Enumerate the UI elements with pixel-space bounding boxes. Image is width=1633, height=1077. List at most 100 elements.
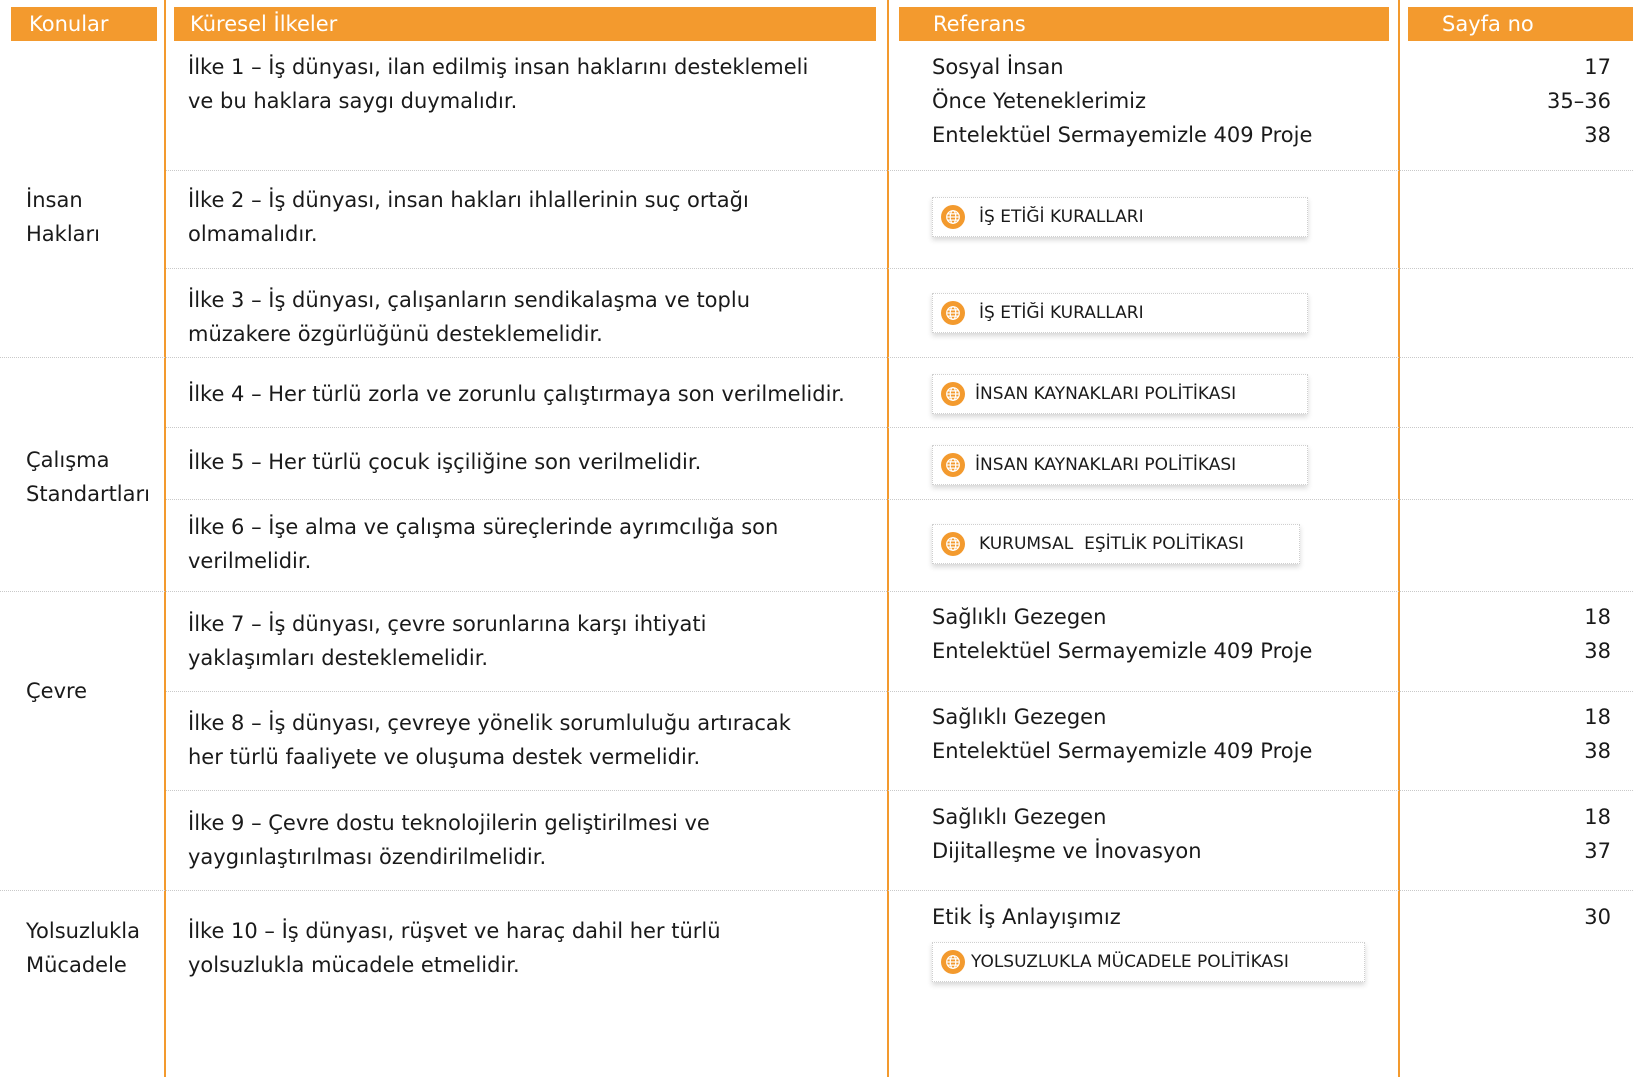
principle-line: müzakere özgürlüğünü desteklemelidir. xyxy=(188,322,603,346)
topic-label: Hakları xyxy=(26,222,100,246)
principle-line: İlke 9 – Çevre dostu teknolojilerin geli… xyxy=(188,811,710,835)
page-number: 38 xyxy=(1584,639,1611,663)
page-number: 17 xyxy=(1584,55,1611,79)
column-divider xyxy=(1398,0,1400,1077)
column-divider xyxy=(164,0,166,1077)
reference-group-10: Etik İş Anlayışımız xyxy=(932,900,1121,934)
column-divider xyxy=(887,0,889,1077)
reference-item[interactable]: Sosyal İnsan xyxy=(932,50,1312,84)
globe-icon xyxy=(941,950,965,974)
reference-item[interactable]: Önce Yeteneklerimiz xyxy=(932,84,1312,118)
principle-4: İlke 4 – Her türlü zorla ve zorunlu çalı… xyxy=(188,377,845,411)
row-separator xyxy=(166,790,1633,791)
policy-link-business-ethics[interactable]: İŞ ETİĞİ KURALLARI xyxy=(932,293,1308,333)
principle-8: İlke 8 – İş dünyası, çevreye yönelik sor… xyxy=(188,706,791,774)
row-separator xyxy=(166,691,1633,692)
principle-line: İlke 10 – İş dünyası, rüşvet ve haraç da… xyxy=(188,919,721,943)
principle-line: İlke 2 – İş dünyası, insan hakları ihlal… xyxy=(188,188,749,212)
principle-10: İlke 10 – İş dünyası, rüşvet ve haraç da… xyxy=(188,914,721,982)
header-page-no: Sayfa no xyxy=(1408,7,1633,41)
policy-link-label: İŞ ETİĞİ KURALLARI xyxy=(979,207,1144,227)
reference-group-7: Sağlıklı Gezegen Entelektüel Sermayemizl… xyxy=(932,600,1312,668)
globe-icon xyxy=(941,532,965,556)
policy-link-business-ethics[interactable]: İŞ ETİĞİ KURALLARI xyxy=(932,197,1308,237)
reference-group-8: Sağlıklı Gezegen Entelektüel Sermayemizl… xyxy=(932,700,1312,768)
policy-link-human-resources[interactable]: İNSAN KAYNAKLARI POLİTİKASI xyxy=(932,374,1308,414)
page-numbers-10: 30 xyxy=(1584,900,1611,934)
reference-group-9: Sağlıklı Gezegen Dijitalleşme ve İnovasy… xyxy=(932,800,1202,868)
globe-icon xyxy=(941,301,965,325)
topic-environment: Çevre xyxy=(26,674,87,708)
principle-7: İlke 7 – İş dünyası, çevre sorunlarına k… xyxy=(188,607,706,675)
globe-icon xyxy=(941,382,965,406)
row-separator xyxy=(166,268,1633,269)
topic-labour-standards: Çalışma Standartları xyxy=(26,443,150,511)
header-principles: Küresel İlkeler xyxy=(174,7,876,41)
row-separator xyxy=(166,499,1633,500)
globe-icon xyxy=(941,205,965,229)
topic-label: Mücadele xyxy=(26,953,127,977)
principle-line: yolsuzlukla mücadele etmelidir. xyxy=(188,953,520,977)
reference-item[interactable]: Entelektüel Sermayemizle 409 Proje xyxy=(932,734,1312,768)
group-separator xyxy=(0,890,1633,891)
topic-anticorruption: Yolsuzlukla Mücadele xyxy=(26,914,140,982)
row-separator xyxy=(166,427,1633,428)
topic-label: Çevre xyxy=(26,679,88,703)
header-topics: Konular xyxy=(11,7,157,41)
principle-line: her türlü faaliyete ve oluşuma destek ve… xyxy=(188,745,701,769)
page-number: 30 xyxy=(1584,905,1611,929)
page-number: 18 xyxy=(1584,705,1611,729)
page-number: 18 xyxy=(1584,805,1611,829)
principle-line: ve bu haklara saygı duymalıdır. xyxy=(188,89,518,113)
topic-label: İnsan xyxy=(26,188,83,212)
topic-human-rights: İnsan Hakları xyxy=(26,183,100,251)
topic-label: Yolsuzlukla xyxy=(26,919,141,943)
page-numbers-8: 18 38 xyxy=(1584,700,1611,768)
principle-line: yaygınlaştırılması özendirilmelidir. xyxy=(188,845,547,869)
principle-line: İlke 3 – İş dünyası, çalışanların sendik… xyxy=(188,288,751,312)
principle-line: olmamalıdır. xyxy=(188,222,318,246)
principle-6: İlke 6 – İşe alma ve çalışma süreçlerind… xyxy=(188,510,778,578)
principle-line: İlke 1 – İş dünyası, ilan edilmiş insan … xyxy=(188,55,809,79)
page-numbers-1: 17 35–36 38 xyxy=(1547,50,1611,152)
principle-5: İlke 5 – Her türlü çocuk işçiliğine son … xyxy=(188,445,701,479)
reference-item[interactable]: Sağlıklı Gezegen xyxy=(932,800,1202,834)
policy-link-label: KURUMSAL EŞİTLİK POLİTİKASI xyxy=(979,534,1244,554)
policy-link-equality[interactable]: KURUMSAL EŞİTLİK POLİTİKASI xyxy=(932,524,1300,564)
globe-icon xyxy=(941,453,965,477)
policy-link-human-resources[interactable]: İNSAN KAYNAKLARI POLİTİKASI xyxy=(932,445,1308,485)
page-number: 18 xyxy=(1584,605,1611,629)
topic-label: Standartları xyxy=(26,482,150,506)
principle-3: İlke 3 – İş dünyası, çalışanların sendik… xyxy=(188,283,750,351)
page-number: 35–36 xyxy=(1547,89,1611,113)
group-separator xyxy=(0,357,1633,358)
policy-link-label: İNSAN KAYNAKLARI POLİTİKASI xyxy=(975,384,1237,404)
reference-item[interactable]: Sağlıklı Gezegen xyxy=(932,700,1312,734)
page-numbers-7: 18 38 xyxy=(1584,600,1611,668)
reference-item[interactable]: Etik İş Anlayışımız xyxy=(932,900,1121,934)
policy-link-label: YOLSUZLUKLA MÜCADELE POLİTİKASI xyxy=(971,952,1289,972)
reference-group-1: Sosyal İnsan Önce Yeteneklerimiz Entelek… xyxy=(932,50,1312,152)
principle-line: İlke 5 – Her türlü çocuk işçiliğine son … xyxy=(188,450,702,474)
group-separator xyxy=(0,591,1633,592)
principle-2: İlke 2 – İş dünyası, insan hakları ihlal… xyxy=(188,183,749,251)
page-number: 38 xyxy=(1584,739,1611,763)
reference-item[interactable]: Entelektüel Sermayemizle 409 Proje xyxy=(932,634,1312,668)
reference-item[interactable]: Dijitalleşme ve İnovasyon xyxy=(932,834,1202,868)
page-numbers-9: 18 37 xyxy=(1584,800,1611,868)
row-separator xyxy=(166,170,1633,171)
page-number: 38 xyxy=(1584,123,1611,147)
principle-9: İlke 9 – Çevre dostu teknolojilerin geli… xyxy=(188,806,710,874)
topic-label: Çalışma xyxy=(26,448,110,472)
principle-line: İlke 7 – İş dünyası, çevre sorunlarına k… xyxy=(188,612,707,636)
header-reference: Referans xyxy=(899,7,1389,41)
reference-item[interactable]: Entelektüel Sermayemizle 409 Proje xyxy=(932,118,1312,152)
principle-line: verilmelidir. xyxy=(188,549,312,573)
policy-link-anticorruption[interactable]: YOLSUZLUKLA MÜCADELE POLİTİKASI xyxy=(932,942,1365,982)
principle-line: İlke 4 – Her türlü zorla ve zorunlu çalı… xyxy=(188,382,845,406)
page-number: 37 xyxy=(1584,839,1611,863)
principle-line: İlke 8 – İş dünyası, çevreye yönelik sor… xyxy=(188,711,791,735)
reference-item[interactable]: Sağlıklı Gezegen xyxy=(932,600,1312,634)
principle-line: İlke 6 – İşe alma ve çalışma süreçlerind… xyxy=(188,515,779,539)
policy-link-label: İŞ ETİĞİ KURALLARI xyxy=(979,303,1144,323)
